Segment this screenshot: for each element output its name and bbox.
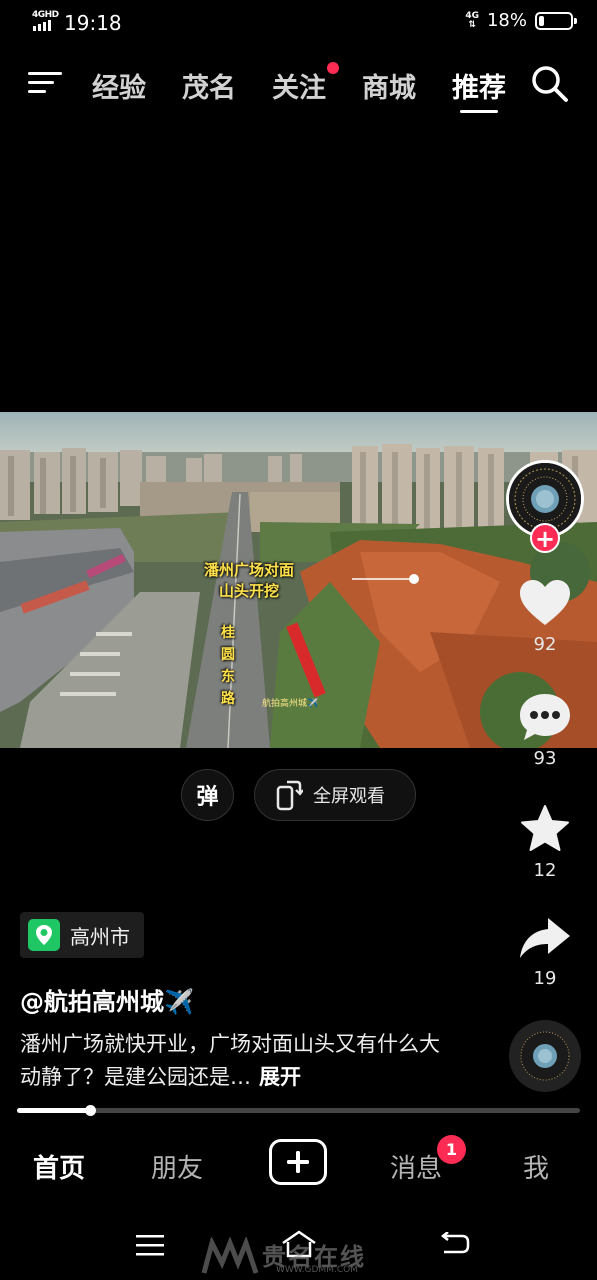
- battery-fill: [539, 15, 544, 26]
- tab-recommended-label: 推荐: [452, 73, 506, 104]
- road-label-char: 路: [221, 691, 235, 707]
- share-icon: [520, 918, 570, 958]
- bottom-nav: 首页 朋友 消息 1 我: [0, 1130, 597, 1200]
- rotate-screen-icon: [276, 780, 303, 811]
- tab-mall-label: 商城: [362, 73, 416, 104]
- share-button[interactable]: 19: [500, 916, 590, 989]
- video-progress-bar[interactable]: [17, 1105, 580, 1116]
- nav-friends[interactable]: 朋友: [151, 1148, 203, 1185]
- fullscreen-label: 全屏观看: [313, 786, 385, 807]
- road-label-char: 东: [221, 669, 235, 685]
- tab-recommended[interactable]: 推荐: [452, 66, 542, 113]
- follow-plus-label: +: [534, 525, 556, 553]
- comment-icon: [520, 694, 570, 740]
- tab-experience-label: 经验: [92, 73, 146, 104]
- site-watermark: 贵名在线 WWW.GDMM.COM: [200, 1237, 400, 1277]
- notification-dot: [327, 62, 339, 74]
- messages-badge: 1: [437, 1135, 466, 1164]
- nav-home[interactable]: 首页: [33, 1148, 85, 1185]
- location-pin-icon: [28, 919, 60, 951]
- comment-button[interactable]: 93: [500, 692, 590, 769]
- recents-menu-icon[interactable]: [136, 1234, 164, 1256]
- tab-maoming-label: 茂名: [182, 73, 236, 104]
- active-tab-indicator: [460, 110, 498, 113]
- progress-knob[interactable]: [85, 1105, 96, 1116]
- tab-maoming[interactable]: 茂名: [182, 66, 272, 105]
- site-watermark-logo: [201, 1237, 259, 1274]
- video-watermark: 航拍高州城✈️: [262, 699, 319, 709]
- plus-icon: [287, 1151, 309, 1173]
- fullscreen-button[interactable]: 全屏观看: [254, 769, 416, 821]
- progress-fill: [17, 1108, 90, 1113]
- location-label: 高州市: [70, 924, 130, 949]
- music-disc[interactable]: [509, 1020, 581, 1092]
- nav-messages[interactable]: 消息: [390, 1148, 442, 1185]
- comment-count: 93: [533, 748, 557, 769]
- top-nav: 经验 茂名 关注 商城 推荐: [0, 52, 597, 116]
- system-nav-bar: 贵名在线 WWW.GDMM.COM: [0, 1210, 597, 1280]
- signal-icon: [33, 20, 51, 31]
- video-caption: 潘州广场对面 山头开挖: [204, 560, 294, 602]
- danmu-label: 弹: [196, 785, 219, 810]
- video-caption-line2: 山头开挖: [219, 582, 280, 600]
- favorite-button[interactable]: 12: [500, 804, 590, 881]
- data-arrows-icon: ⇅: [468, 19, 476, 30]
- create-button[interactable]: [269, 1139, 327, 1185]
- tab-experience[interactable]: 经验: [92, 66, 182, 105]
- danmu-button[interactable]: 弹: [181, 769, 234, 821]
- road-label-char: 桂: [221, 625, 235, 641]
- network-type-right: 4G ⇅: [465, 11, 479, 30]
- like-count: 92: [533, 634, 557, 655]
- back-icon[interactable]: [440, 1232, 470, 1258]
- menu-icon[interactable]: [28, 68, 64, 96]
- battery-percent: 18%: [486, 10, 527, 31]
- road-label: 桂 圆 东 路: [219, 622, 237, 710]
- road-label-char: 圆: [221, 647, 235, 663]
- heart-icon: [520, 580, 570, 625]
- tab-mall[interactable]: 商城: [362, 66, 452, 105]
- battery-icon: [535, 11, 577, 30]
- share-count: 19: [533, 968, 557, 989]
- like-button[interactable]: 92: [500, 578, 590, 655]
- tab-following[interactable]: 关注: [272, 62, 362, 105]
- music-disc-image: [509, 1020, 581, 1092]
- star-icon: [521, 805, 569, 851]
- location-chip[interactable]: 高州市: [20, 912, 144, 958]
- nav-me[interactable]: 我: [523, 1148, 549, 1185]
- follow-button[interactable]: +: [530, 523, 560, 553]
- network-type-left: 4GHD: [32, 10, 59, 20]
- video-caption-line1: 潘州广场对面: [204, 561, 295, 579]
- tab-following-label: 关注: [272, 73, 326, 104]
- author-name[interactable]: @航拍高州城✈️: [20, 982, 194, 1017]
- clock: 19:18: [64, 11, 122, 35]
- status-bar: 4GHD 19:18 4G ⇅ 18%: [0, 0, 597, 46]
- feed-tabs: 经验 茂名 关注 商城 推荐: [92, 62, 542, 113]
- description-text: 潘州广场就快开业，广场对面山头又有什么大动静了？是建公园还是…: [20, 1032, 440, 1089]
- expand-button[interactable]: 展开: [259, 1065, 301, 1089]
- site-watermark-url: WWW.GDMM.COM: [276, 1265, 358, 1275]
- video-description: 潘州广场就快开业，广场对面山头又有什么大动静了？是建公园还是… 展开: [20, 1028, 450, 1094]
- favorite-count: 12: [533, 860, 557, 881]
- search-icon[interactable]: [530, 64, 570, 104]
